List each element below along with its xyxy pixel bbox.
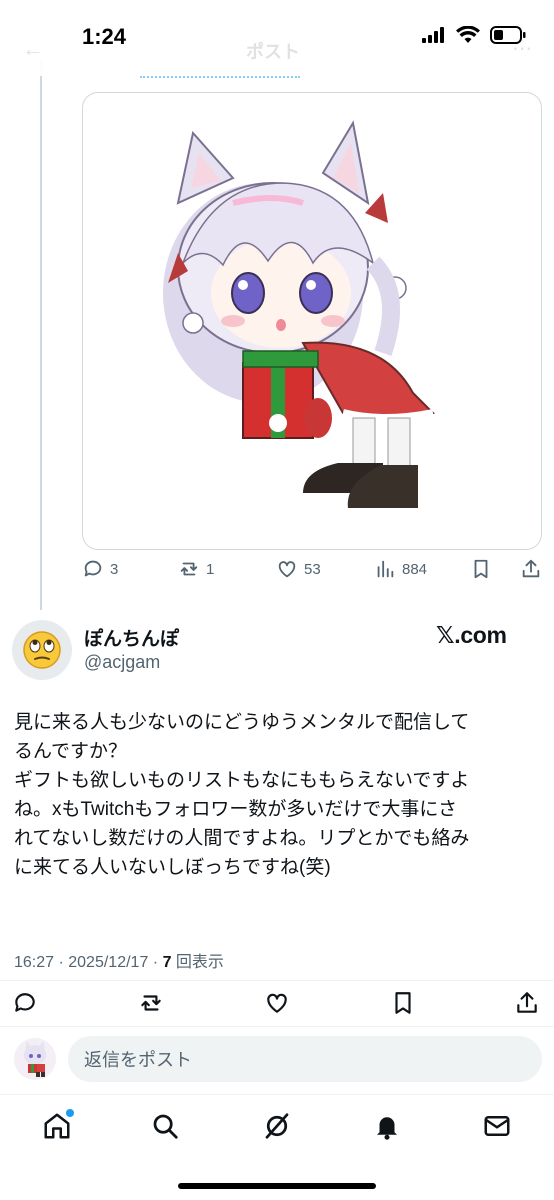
- heart-icon: [278, 561, 296, 578]
- avatar[interactable]: [12, 620, 72, 680]
- thread-line: [40, 60, 42, 610]
- bottom-navigation: [0, 1094, 554, 1200]
- post-text-line: れてないし数だけの人間ですよね。リプとかでも絡み: [14, 828, 470, 849]
- source-badge: 𝕏.com: [436, 622, 507, 648]
- reply-composer: 返信をポスト: [0, 1030, 554, 1092]
- share-icon[interactable]: [514, 990, 540, 1016]
- page-title: ポスト: [246, 42, 300, 62]
- views-action[interactable]: 884: [374, 558, 427, 580]
- repost-count: 1: [206, 560, 215, 578]
- search-icon: [153, 1114, 178, 1139]
- status-time: 1:24: [82, 24, 127, 49]
- repost-action[interactable]: 1: [178, 558, 214, 580]
- repost-icon[interactable]: [138, 990, 164, 1016]
- back-arrow-icon[interactable]: ←: [22, 36, 44, 62]
- home-indicator: [178, 1183, 376, 1189]
- repost-icon: [180, 562, 198, 576]
- status-bar: ← ポスト ⋯ 1:24: [0, 0, 554, 76]
- post-text: 見に来る人も少ないのにどうゆうメンタルで配信して るんですか？ ギフトも欲しいも…: [14, 708, 544, 882]
- wifi-icon: [456, 26, 480, 43]
- views-chart-icon: [377, 560, 394, 578]
- share-action[interactable]: [520, 558, 542, 580]
- heart-icon[interactable]: [264, 990, 290, 1016]
- bell-icon: [377, 1117, 397, 1140]
- reply-count: 3: [110, 560, 119, 578]
- post-views-label: 回表示: [171, 954, 224, 971]
- divider: [0, 1026, 554, 1027]
- nav-notifications[interactable]: [372, 1111, 402, 1141]
- post-text-line: 見に来る人も少ないのにどうゆうメンタルで配信して: [14, 712, 470, 733]
- grok-icon: [265, 1113, 289, 1139]
- parent-post-actions: 3 1 53 884: [82, 558, 548, 588]
- reply-icon: [84, 560, 102, 577]
- post-meta: 16:27 · 2025/12/17 · 7 回表示: [14, 948, 224, 972]
- chibi-avatar-icon: [24, 1041, 46, 1077]
- cellular-signal-icon: [422, 27, 444, 43]
- post-text-line: ね。xもTwitchもフォロワー数が多いだけで大事にさ: [14, 799, 457, 820]
- bookmark-action[interactable]: [470, 558, 492, 580]
- post-image-card[interactable]: [82, 92, 542, 550]
- reply-input[interactable]: 返信をポスト: [68, 1036, 542, 1082]
- reply-icon[interactable]: [12, 990, 38, 1016]
- bookmark-icon: [474, 559, 488, 579]
- like-count: 53: [304, 560, 321, 578]
- post-timestamp[interactable]: 16:27 · 2025/12/17 ·: [14, 954, 163, 971]
- notification-dot: [66, 1109, 74, 1117]
- post-text-line: に来てる人いないしぼっちですね(笑): [14, 857, 331, 878]
- chibi-character-illustration: [163, 120, 436, 508]
- share-icon: [522, 559, 540, 578]
- views-count: 884: [402, 560, 428, 578]
- like-action[interactable]: 53: [276, 558, 321, 580]
- display-name[interactable]: ぽんちんぽ: [84, 624, 179, 651]
- battery-icon: [490, 26, 526, 44]
- nav-home[interactable]: [42, 1109, 74, 1141]
- nav-messages[interactable]: [482, 1111, 512, 1141]
- status-icons: [422, 26, 526, 44]
- post-text-line: ギフトも欲しいものリストもなにももらえないですよ: [14, 770, 470, 791]
- divider: [0, 980, 554, 981]
- user-handle[interactable]: @acjgam: [84, 652, 160, 673]
- nav-grok[interactable]: [262, 1111, 292, 1141]
- nav-search[interactable]: [150, 1111, 180, 1141]
- rolling-eyes-emoji-icon: [23, 631, 61, 669]
- mail-icon: [484, 1116, 510, 1136]
- post-text-line: るんですか？: [14, 741, 128, 762]
- current-user-avatar[interactable]: [14, 1038, 56, 1080]
- bookmark-icon[interactable]: [390, 990, 416, 1016]
- post-actions: [0, 988, 554, 1020]
- reply-action[interactable]: 3: [82, 558, 118, 580]
